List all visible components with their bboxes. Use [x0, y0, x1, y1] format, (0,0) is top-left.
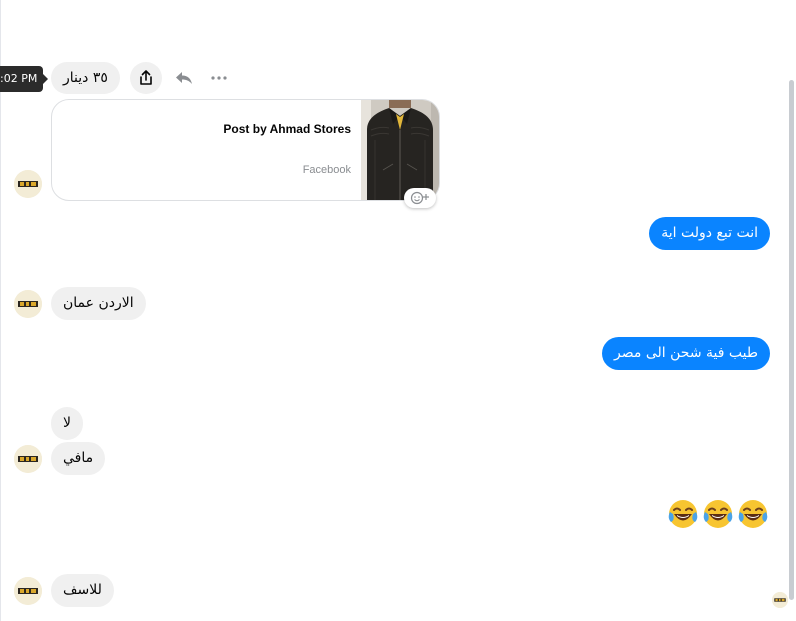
message-text: الاردن عمان — [63, 295, 134, 311]
emoji-message-outgoing[interactable] — [667, 498, 769, 530]
shared-post-thumbnail — [361, 100, 439, 200]
reply-button[interactable] — [172, 66, 196, 90]
share-icon — [140, 70, 152, 85]
message-bubble-outgoing[interactable]: انت تبع دولت اية — [649, 217, 770, 250]
sender-avatar[interactable] — [14, 290, 42, 318]
more-options-button[interactable] — [207, 66, 231, 90]
scrollbar[interactable] — [789, 80, 794, 600]
face-with-tears-of-joy-icon — [703, 500, 733, 528]
store-logo-icon — [14, 170, 42, 198]
price-text: ٣٥ دينار — [63, 70, 108, 86]
more-options-icon — [211, 76, 227, 80]
message-bubble-outgoing[interactable]: طيب فية شحن الى مصر — [602, 337, 770, 370]
face-with-tears-of-joy-icon — [738, 500, 768, 528]
jacket-image — [361, 100, 439, 200]
store-logo-icon — [772, 592, 788, 608]
add-reaction-icon — [410, 191, 429, 205]
message-bubble-incoming[interactable]: الاردن عمان — [51, 287, 146, 320]
message-bubble-incoming[interactable]: مافي — [51, 442, 106, 475]
store-logo-icon — [14, 445, 42, 473]
message-bubble-incoming[interactable]: للاسف — [51, 574, 114, 607]
timestamp-text: :02 PM — [0, 72, 38, 85]
store-logo-icon — [14, 577, 42, 605]
reply-icon — [176, 72, 192, 84]
shared-post-source: Facebook — [302, 164, 351, 176]
sender-avatar[interactable] — [14, 170, 42, 198]
shared-post-title: Post by Ahmad Stores — [223, 122, 351, 136]
store-logo-icon — [14, 290, 42, 318]
message-text: لا — [63, 415, 71, 431]
timestamp-tooltip: :02 PM — [0, 66, 49, 92]
add-reaction-button[interactable] — [404, 188, 436, 208]
message-text: انت تبع دولت اية — [661, 225, 758, 241]
message-text: مافي — [63, 450, 94, 466]
face-with-tears-of-joy-icon — [668, 500, 698, 528]
message-text: للاسف — [63, 582, 102, 598]
chat-thread: :02 PM ٣٥ دينار Post by Ahmad Stores Fac… — [0, 0, 796, 621]
shared-post-card[interactable]: Post by Ahmad Stores Facebook — [51, 99, 440, 201]
message-text: طيب فية شحن الى مصر — [614, 345, 758, 361]
price-bubble[interactable]: ٣٥ دينار — [51, 62, 120, 94]
panel-divider — [0, 0, 1, 621]
sender-avatar[interactable] — [14, 577, 42, 605]
message-bubble-incoming[interactable]: لا — [51, 407, 83, 440]
share-button[interactable] — [130, 62, 162, 94]
sender-avatar[interactable] — [14, 445, 42, 473]
seen-indicator-avatar — [772, 592, 788, 608]
